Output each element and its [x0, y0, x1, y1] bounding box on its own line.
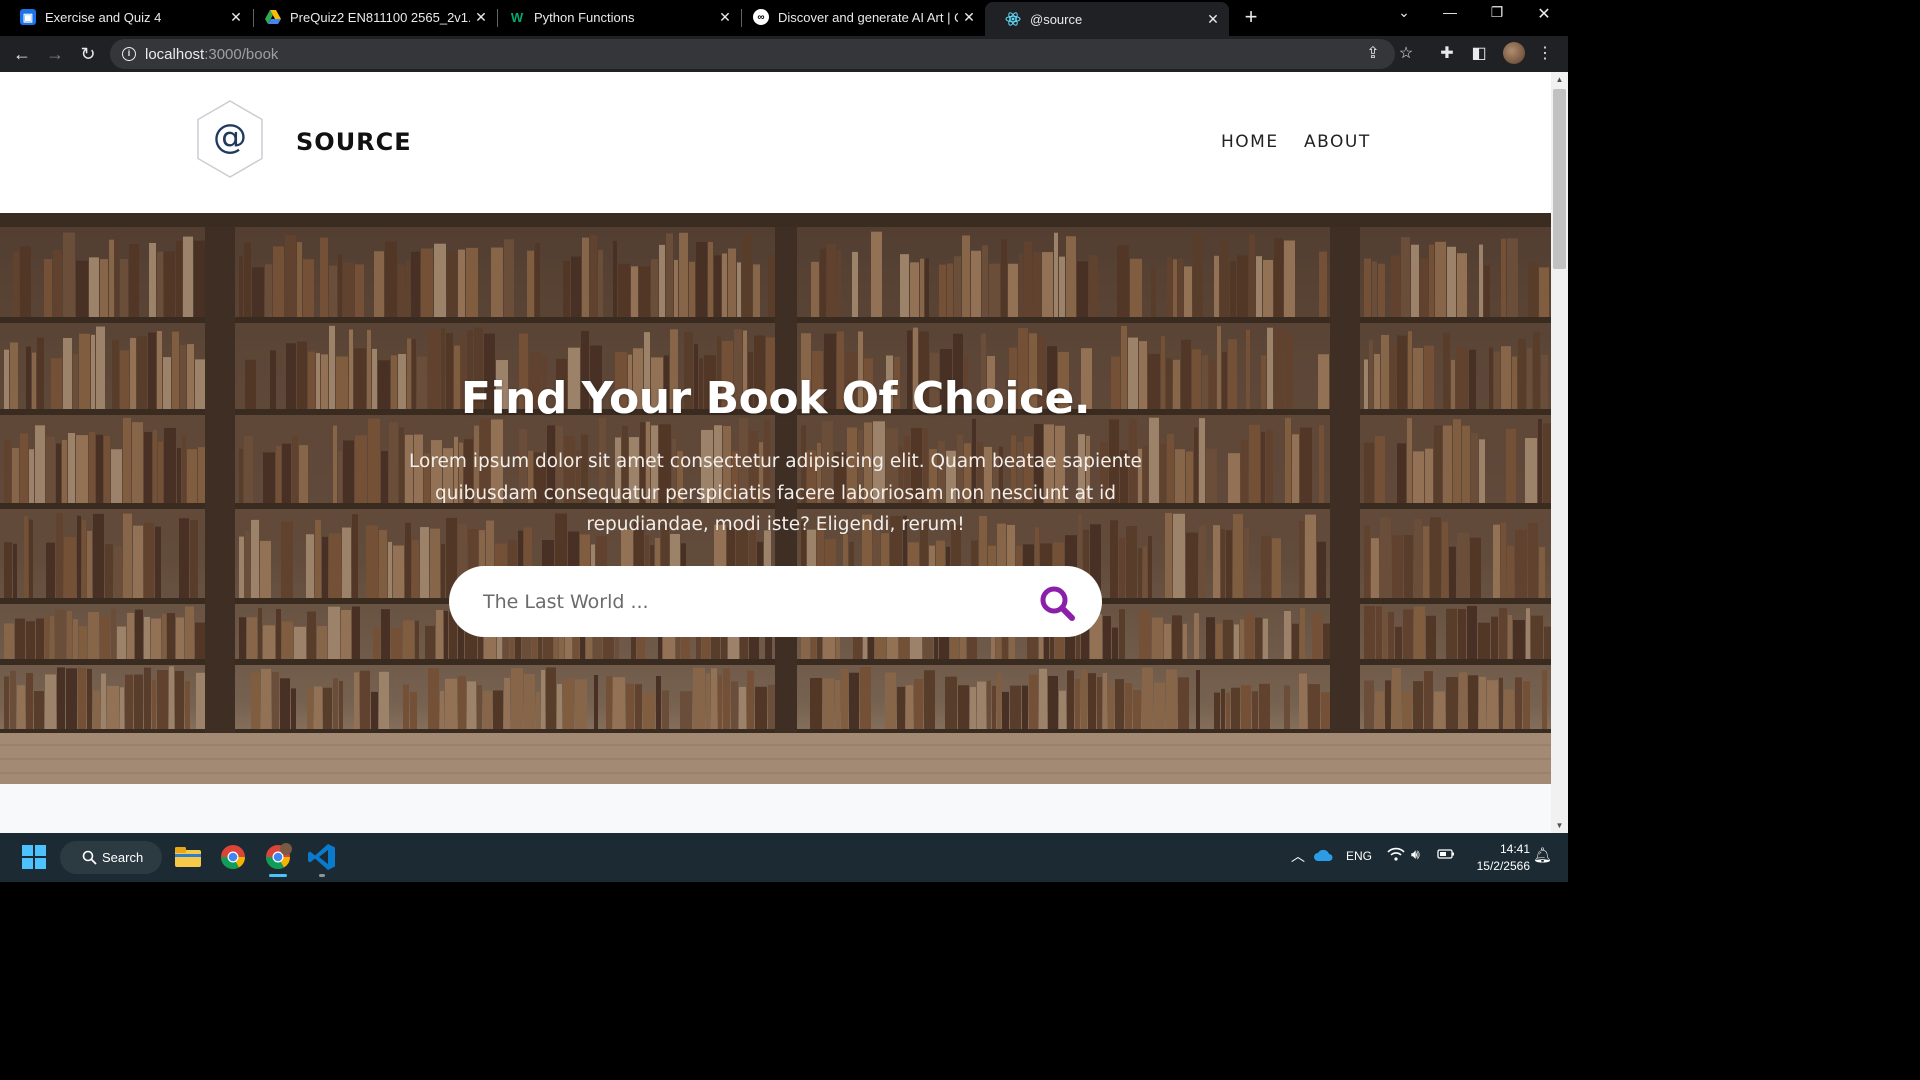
minimize-icon[interactable]: — [1438, 4, 1462, 20]
clock-time: 14:41 [1499, 842, 1530, 856]
wifi-icon[interactable] [1387, 847, 1405, 865]
tab-title: @source [1030, 11, 1083, 27]
nav-home-link[interactable]: HOME [1221, 132, 1279, 152]
site-info-icon[interactable]: i [122, 47, 136, 61]
onedrive-icon[interactable] [1313, 848, 1333, 865]
close-tab-icon[interactable]: ✕ [961, 9, 977, 25]
book-search-input[interactable] [483, 586, 1023, 618]
webpage: @ SOURCE HOME ABOUT Find Your Book Of Ch… [0, 72, 1551, 833]
browser-tab-strip: ▣ Exercise and Quiz 4 ✕ PreQuiz2 EN81110… [0, 0, 1568, 36]
browser-tab[interactable]: W Python Functions ✕ [489, 0, 741, 34]
close-tab-icon[interactable]: ✕ [473, 9, 489, 25]
tab-search-icon[interactable]: ⌄ [1392, 4, 1416, 21]
restore-icon[interactable]: ❐ [1485, 4, 1509, 21]
search-button[interactable] [1037, 583, 1077, 623]
taskbar-search-label: Search [102, 850, 144, 865]
file-explorer-icon[interactable] [172, 841, 204, 873]
react-icon [1005, 11, 1021, 27]
w3schools-icon: W [510, 9, 524, 25]
browser-tab[interactable]: ▣ Exercise and Quiz 4 ✕ [0, 0, 252, 34]
battery-icon[interactable] [1437, 848, 1455, 863]
browser-tab[interactable]: ∞ Discover and generate AI Art | Op ✕ [733, 0, 985, 34]
book-search-bar [449, 566, 1102, 637]
tab-title: Discover and generate AI Art | Op [778, 9, 958, 25]
side-panel-icon[interactable]: ◧ [1469, 44, 1489, 64]
bookmark-star-icon[interactable]: ☆ [1396, 44, 1416, 64]
logo[interactable]: @ [196, 100, 264, 178]
taskbar-search-button[interactable]: Search [60, 841, 162, 874]
new-tab-icon[interactable]: + [1240, 6, 1262, 28]
brand-name[interactable]: SOURCE [296, 128, 412, 156]
share-icon[interactable]: ⇪ [1363, 44, 1383, 64]
hero-banner: Find Your Book Of Choice. Lorem ipsum do… [0, 213, 1551, 784]
hero-description: Lorem ipsum dolor sit amet consectetur a… [409, 451, 1142, 535]
page-scrollbar[interactable]: ▲ ▼ [1551, 72, 1568, 833]
browser-tab[interactable]: PreQuiz2 EN811100 2565_2v1.pd ✕ [245, 0, 497, 34]
tab-title: Exercise and Quiz 4 [45, 9, 162, 25]
vscode-icon[interactable] [306, 841, 338, 877]
close-tab-icon[interactable]: ✕ [717, 9, 733, 25]
search-icon [1040, 586, 1075, 621]
tab-title: Python Functions [534, 9, 635, 25]
google-drive-icon [265, 9, 281, 25]
site-header: @ SOURCE HOME ABOUT [0, 72, 1551, 213]
classroom-icon: ▣ [20, 9, 36, 25]
hero-title: Find Your Book Of Choice. [460, 373, 1091, 424]
back-icon[interactable]: ← [10, 42, 34, 66]
system-clock[interactable]: 14:41 15/2/2566 [1466, 841, 1530, 875]
chrome-profile-icon[interactable] [262, 841, 294, 877]
reload-icon[interactable]: ↻ [76, 42, 100, 66]
close-tab-icon[interactable]: ✕ [228, 9, 244, 25]
scroll-up-icon[interactable]: ▲ [1551, 75, 1568, 84]
close-window-icon[interactable]: ✕ [1532, 4, 1556, 24]
tab-title: PreQuiz2 EN811100 2565_2v1.pd [290, 9, 470, 25]
profile-avatar[interactable] [1503, 42, 1525, 64]
volume-icon[interactable]: 🔊︎ [1411, 846, 1420, 863]
show-hidden-icons-chevron-icon[interactable]: ︿ [1291, 846, 1305, 866]
language-indicator[interactable]: ENG [1346, 849, 1372, 863]
nav-about-link[interactable]: ABOUT [1304, 132, 1371, 152]
scrollbar-thumb[interactable] [1553, 89, 1566, 269]
forward-icon[interactable]: → [43, 42, 67, 66]
url-text[interactable]: localhost:3000/book [145, 46, 278, 63]
address-bar[interactable]: i localhost:3000/book [110, 39, 1395, 69]
windows-start-icon[interactable] [18, 841, 50, 873]
browser-tab-active[interactable]: @source ✕ [985, 2, 1229, 36]
clock-date: 15/2/2566 [1476, 859, 1530, 873]
openart-icon: ∞ [753, 9, 769, 25]
menu-kebab-icon[interactable]: ⋮ [1535, 44, 1555, 64]
close-tab-icon[interactable]: ✕ [1205, 11, 1221, 27]
search-icon [82, 850, 97, 865]
extensions-icon[interactable]: ✚ [1437, 44, 1457, 64]
logo-at-symbol: @ [213, 117, 247, 157]
windows-taskbar: Search ︿ ENG 🔊︎ 14:41 15/2/2566 🔔︎ [0, 833, 1568, 882]
browser-toolbar: ← → ↻ i localhost:3000/book ⇪ ☆ ✚ ◧ ⋮ [0, 36, 1568, 72]
chrome-icon[interactable] [217, 841, 249, 873]
scroll-down-icon[interactable]: ▼ [1551, 821, 1568, 830]
notifications-icon[interactable]: 🔔︎ [1533, 846, 1552, 864]
